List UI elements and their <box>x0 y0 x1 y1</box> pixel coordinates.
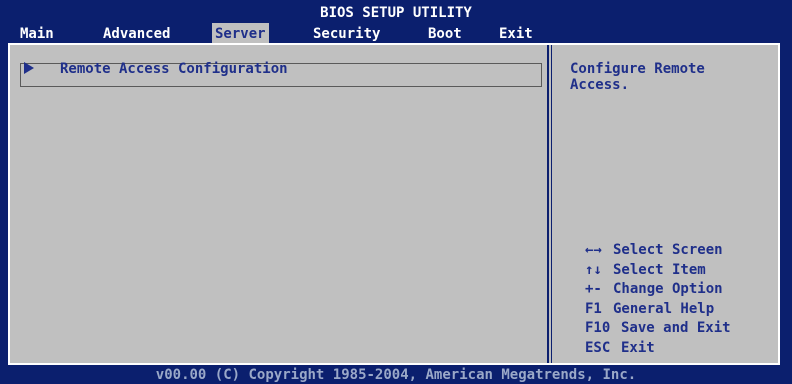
menu-item-label: Remote Access Configuration <box>60 61 288 77</box>
copyright-footer: v00.00 (C) Copyright 1985-2004, American… <box>155 367 637 383</box>
panel-divider-inner <box>551 45 552 363</box>
key-label: F1 <box>585 300 602 317</box>
tab-boot[interactable]: Boot <box>425 23 465 43</box>
tab-main[interactable]: Main <box>17 23 57 43</box>
help-text: Configure Remote Access. <box>570 61 705 93</box>
key-label: ESC <box>585 339 611 356</box>
main-frame: Remote Access Configuration Configure Re… <box>8 43 780 365</box>
key-action: Select Item <box>613 261 706 278</box>
key-legend-row: F1 General Help <box>585 300 731 320</box>
arrows-left-right-icon: ←→ <box>585 242 602 258</box>
menu-item-remote-access[interactable]: Remote Access Configuration <box>24 60 288 78</box>
submenu-arrow-icon <box>24 61 34 74</box>
key-legend-row: ↑↓ Select Item <box>585 261 731 281</box>
key-label: +- <box>585 281 602 297</box>
key-legend-row: +- Change Option <box>585 280 731 300</box>
menu-bar: Main Advanced Server Security Boot Exit <box>0 23 792 43</box>
key-action: Change Option <box>613 281 723 297</box>
arrows-up-down-icon: ↑↓ <box>585 261 602 278</box>
key-label: F10 <box>585 320 611 336</box>
key-action: General Help <box>613 300 715 317</box>
key-legend: ←→ Select Screen ↑↓ Select Item +- Change O… <box>585 241 731 358</box>
tab-server[interactable]: Server <box>212 23 269 43</box>
bios-title: BIOS SETUP UTILITY <box>320 5 472 21</box>
tab-security[interactable]: Security <box>310 23 383 43</box>
tab-advanced[interactable]: Advanced <box>100 23 173 43</box>
panel-divider <box>547 45 549 363</box>
key-action: Exit <box>621 339 655 356</box>
tab-exit[interactable]: Exit <box>496 23 536 43</box>
key-legend-row: ←→ Select Screen <box>585 241 731 261</box>
key-legend-row: F10 Save and Exit <box>585 319 731 339</box>
key-legend-row: ESC Exit <box>585 339 731 359</box>
key-action: Select Screen <box>613 242 723 258</box>
key-action: Save and Exit <box>621 320 731 336</box>
